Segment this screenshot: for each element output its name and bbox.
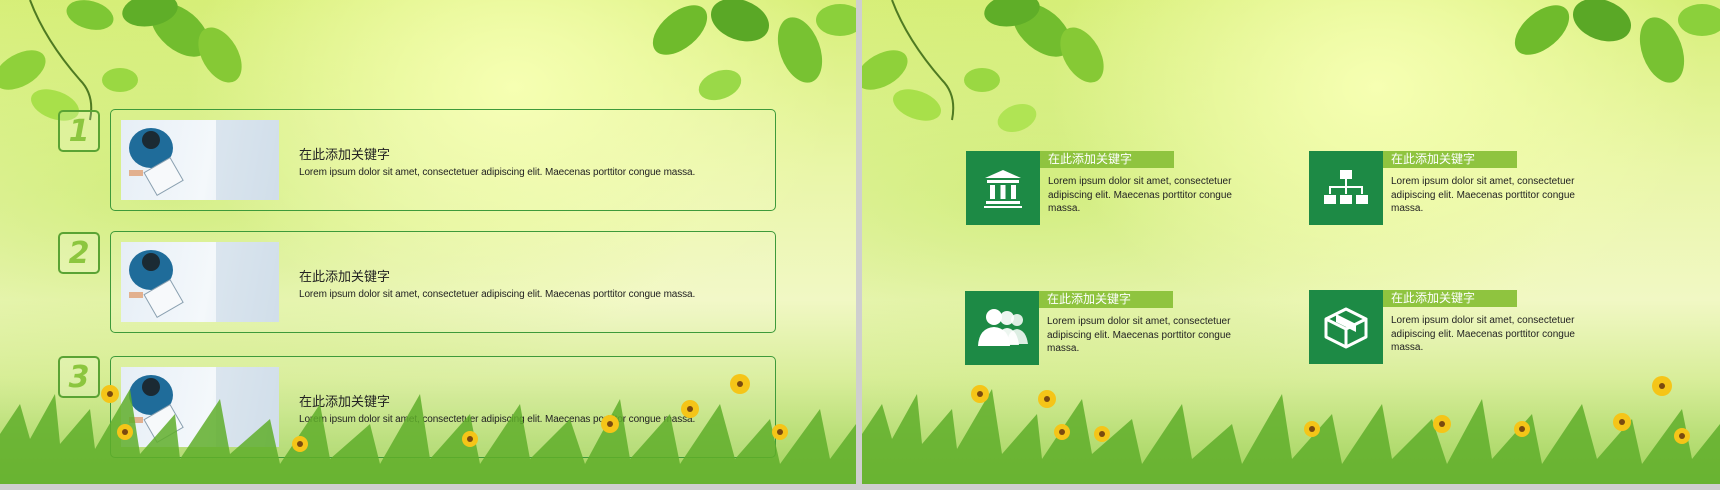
feature-text: Lorem ipsum dolor sit amet, consectetuer… xyxy=(1391,315,1575,353)
number-badge-2: 2 xyxy=(58,232,100,274)
item-text: Lorem ipsum dolor sit amet, consectetuer… xyxy=(299,414,696,425)
item-text: Lorem ipsum dolor sit amet, consectetuer… xyxy=(299,289,696,300)
grass-flowers-decoration xyxy=(862,376,1720,484)
feature-block[interactable]: 在此添加关键字 Lorem ipsum dolor sit amet, cons… xyxy=(966,151,1256,231)
box-icon xyxy=(1309,290,1383,364)
feature-text: Lorem ipsum dolor sit amet, consectetuer… xyxy=(1048,176,1232,214)
laptop-user-photo xyxy=(121,120,279,200)
list-item[interactable]: 在此添加关键字 Lorem ipsum dolor sit amet, cons… xyxy=(110,109,776,211)
slide-left: 1 在此添加关键字 Lorem ipsum dolor sit amet, co… xyxy=(0,0,856,484)
feature-title: 在此添加关键字 xyxy=(1039,291,1173,308)
laptop-user-photo xyxy=(121,242,279,322)
feature-block[interactable]: 在此添加关键字 Lorem ipsum dolor sit amet, cons… xyxy=(1309,151,1599,231)
item-title: 在此添加关键字 xyxy=(299,394,391,409)
org-chart-icon xyxy=(1309,151,1383,225)
bank-icon xyxy=(966,151,1040,225)
number-badge-3: 3 xyxy=(58,356,100,398)
feature-text: Lorem ipsum dolor sit amet, consectetuer… xyxy=(1047,316,1231,354)
slide-right: 在此添加关键字 Lorem ipsum dolor sit amet, cons… xyxy=(862,0,1720,484)
item-title: 在此添加关键字 xyxy=(299,269,391,284)
feature-block[interactable]: 在此添加关键字 Lorem ipsum dolor sit amet, cons… xyxy=(1309,290,1599,370)
number-badge-1: 1 xyxy=(58,110,100,152)
leaves-decoration xyxy=(862,0,1720,133)
feature-block[interactable]: 在此添加关键字 Lorem ipsum dolor sit amet, cons… xyxy=(965,291,1255,371)
feature-title: 在此添加关键字 xyxy=(1040,151,1174,168)
laptop-user-photo xyxy=(121,367,279,447)
item-title: 在此添加关键字 xyxy=(299,147,391,162)
users-icon xyxy=(965,291,1039,365)
feature-title: 在此添加关键字 xyxy=(1383,151,1517,168)
item-text: Lorem ipsum dolor sit amet, consectetuer… xyxy=(299,167,696,178)
list-item[interactable]: 在此添加关键字 Lorem ipsum dolor sit amet, cons… xyxy=(110,231,776,333)
list-item[interactable]: 在此添加关键字 Lorem ipsum dolor sit amet, cons… xyxy=(110,356,776,458)
feature-text: Lorem ipsum dolor sit amet, consectetuer… xyxy=(1391,176,1575,214)
feature-title: 在此添加关键字 xyxy=(1383,290,1517,307)
